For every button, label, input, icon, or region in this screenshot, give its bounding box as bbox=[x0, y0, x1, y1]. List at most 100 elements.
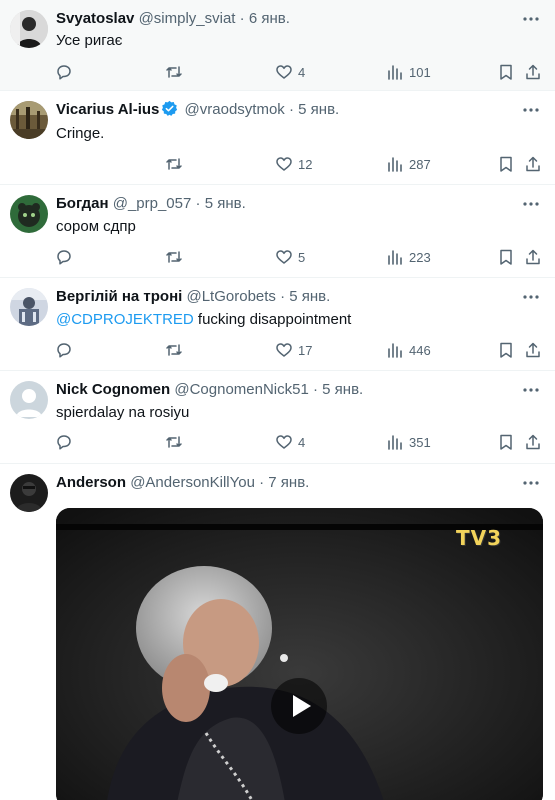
tweet-date[interactable]: 5 янв. bbox=[205, 195, 246, 212]
more-icon[interactable] bbox=[521, 473, 541, 493]
tv-channel-logo: TV3 bbox=[456, 526, 503, 550]
tweet[interactable]: Svyatoslav @simply_sviat · 6 янв. Усе ри… bbox=[0, 0, 555, 91]
retweet-icon bbox=[166, 344, 182, 356]
retweet-icon bbox=[166, 66, 182, 78]
avatar[interactable] bbox=[10, 474, 48, 512]
views-icon bbox=[388, 157, 402, 172]
tweet-date[interactable]: 7 янв. bbox=[268, 474, 309, 491]
like-icon bbox=[276, 343, 292, 357]
like-icon bbox=[276, 250, 292, 264]
like-count: 17 bbox=[298, 342, 313, 358]
retweet-button[interactable] bbox=[165, 61, 183, 83]
avatar[interactable] bbox=[10, 381, 48, 419]
tweet-date[interactable]: 5 янв. bbox=[322, 381, 363, 398]
share-button[interactable] bbox=[524, 153, 542, 175]
reply-icon bbox=[57, 65, 71, 80]
video-player[interactable]: TV3 bbox=[56, 508, 543, 800]
share-button[interactable] bbox=[524, 61, 542, 83]
avatar[interactable] bbox=[10, 195, 48, 233]
retweet-button[interactable] bbox=[165, 246, 183, 268]
reply-button[interactable] bbox=[55, 431, 73, 453]
views-button[interactable]: 351 bbox=[386, 431, 431, 453]
bookmark-icon bbox=[500, 342, 512, 358]
views-icon bbox=[388, 250, 402, 265]
tweet[interactable]: Богдан @_prp_057 · 5 янв. сором сдпр 5 2… bbox=[0, 185, 555, 278]
share-icon bbox=[526, 156, 540, 172]
avatar[interactable] bbox=[10, 10, 48, 48]
bookmark-button[interactable] bbox=[497, 153, 515, 175]
tweet-date[interactable]: 5 янв. bbox=[289, 288, 330, 305]
separator-dot: · bbox=[288, 101, 294, 118]
like-button[interactable]: 17 bbox=[275, 339, 312, 361]
reply-icon bbox=[57, 250, 71, 265]
user-handle[interactable]: @CognomenNick51 bbox=[174, 381, 308, 398]
views-icon bbox=[388, 65, 402, 80]
reply-button[interactable] bbox=[55, 339, 73, 361]
more-icon[interactable] bbox=[521, 380, 541, 400]
like-count: 4 bbox=[298, 64, 306, 80]
display-name[interactable]: Вергілій на троні bbox=[56, 288, 182, 305]
video-thumbnail bbox=[56, 508, 543, 800]
display-name[interactable]: Vicarius Al-ius bbox=[56, 101, 159, 118]
verified-badge-icon bbox=[162, 100, 178, 116]
bookmark-icon bbox=[500, 156, 512, 172]
display-name[interactable]: Svyatoslav bbox=[56, 10, 134, 27]
views-button[interactable]: 446 bbox=[386, 339, 431, 361]
view-count: 351 bbox=[409, 434, 431, 450]
user-handle[interactable]: @_prp_057 bbox=[113, 195, 192, 212]
action-bar: 12 287 bbox=[0, 153, 555, 175]
retweet-button[interactable] bbox=[165, 153, 183, 175]
tweet-text: spierdalay na rosiyu bbox=[56, 404, 190, 421]
like-button[interactable]: 4 bbox=[275, 61, 305, 83]
like-count: 5 bbox=[298, 249, 306, 265]
bookmark-button[interactable] bbox=[497, 339, 515, 361]
tweet-date[interactable]: 6 янв. bbox=[249, 10, 290, 27]
retweet-button[interactable] bbox=[165, 431, 183, 453]
reply-button[interactable] bbox=[55, 246, 73, 268]
more-icon[interactable] bbox=[521, 9, 541, 29]
reply-button[interactable] bbox=[55, 61, 73, 83]
views-button[interactable]: 223 bbox=[386, 246, 431, 268]
more-icon[interactable] bbox=[521, 287, 541, 307]
mention-link[interactable]: @CDPROJEKTRED bbox=[56, 311, 194, 328]
tweet[interactable]: Вергілій на троні @LtGorobets · 5 янв. @… bbox=[0, 278, 555, 371]
bookmark-button[interactable] bbox=[497, 61, 515, 83]
user-handle[interactable]: @vraodsytmok bbox=[185, 101, 285, 118]
avatar[interactable] bbox=[10, 288, 48, 326]
more-icon[interactable] bbox=[521, 194, 541, 214]
views-icon bbox=[388, 343, 402, 358]
like-button[interactable]: 4 bbox=[275, 431, 305, 453]
tweet[interactable]: Vicarius Al-ius @vraodsytmok · 5 янв. Cr… bbox=[0, 91, 555, 185]
like-button[interactable]: 12 bbox=[275, 153, 312, 175]
like-button[interactable]: 5 bbox=[275, 246, 305, 268]
share-button[interactable] bbox=[524, 339, 542, 361]
user-handle[interactable]: @simply_sviat bbox=[139, 10, 236, 27]
separator-dot: · bbox=[259, 474, 265, 491]
play-button[interactable] bbox=[271, 678, 327, 734]
tweet-date[interactable]: 5 янв. bbox=[298, 101, 339, 118]
retweet-button[interactable] bbox=[165, 339, 183, 361]
display-name[interactable]: Anderson bbox=[56, 474, 126, 491]
more-icon[interactable] bbox=[521, 100, 541, 120]
like-icon bbox=[276, 65, 292, 79]
user-handle[interactable]: @AndersonKillYou bbox=[130, 474, 255, 491]
tweet-text: Усе ригає bbox=[56, 32, 123, 49]
bookmark-button[interactable] bbox=[497, 431, 515, 453]
views-button[interactable]: 287 bbox=[386, 153, 431, 175]
retweet-icon bbox=[166, 158, 182, 170]
share-icon bbox=[526, 342, 540, 358]
reply-feed: Svyatoslav @simply_sviat · 6 янв. Усе ри… bbox=[0, 0, 555, 800]
display-name[interactable]: Nick Cognomen bbox=[56, 381, 170, 398]
tweet-header: Богдан @_prp_057 · 5 янв. bbox=[56, 194, 515, 214]
tweet[interactable]: Nick Cognomen @CognomenNick51 · 5 янв. s… bbox=[0, 371, 555, 464]
view-count: 446 bbox=[409, 342, 431, 358]
display-name[interactable]: Богдан bbox=[56, 195, 109, 212]
user-handle[interactable]: @LtGorobets bbox=[186, 288, 275, 305]
bookmark-button[interactable] bbox=[497, 246, 515, 268]
share-button[interactable] bbox=[524, 431, 542, 453]
like-icon bbox=[276, 157, 292, 171]
share-icon bbox=[526, 64, 540, 80]
share-button[interactable] bbox=[524, 246, 542, 268]
views-button[interactable]: 101 bbox=[386, 61, 431, 83]
avatar[interactable] bbox=[10, 101, 48, 139]
